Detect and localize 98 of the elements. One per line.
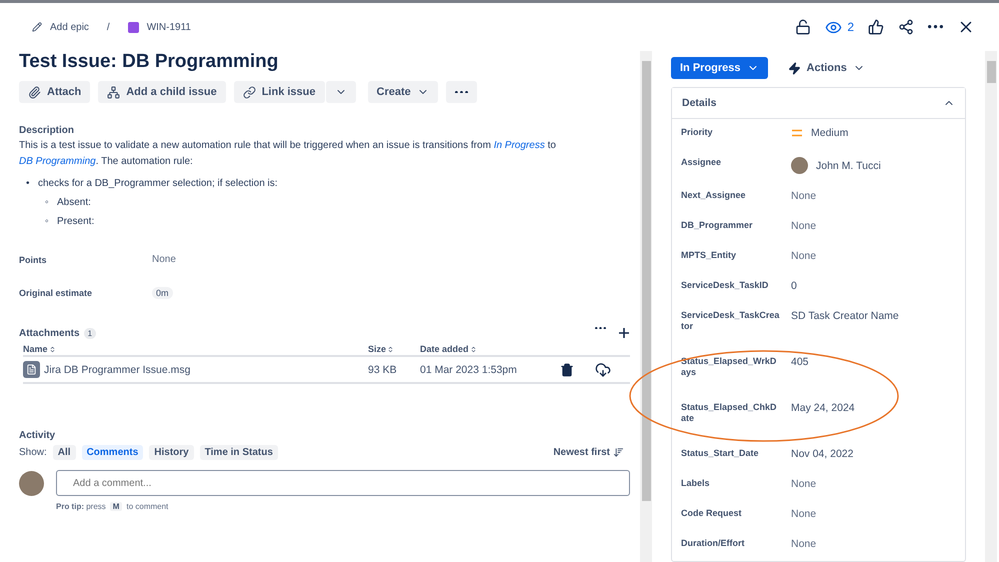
- sort-icon: [48, 346, 56, 352]
- add-icon[interactable]: [618, 327, 630, 339]
- status-button[interactable]: In Progress: [671, 57, 768, 79]
- bullet-marker: •: [26, 177, 31, 191]
- field-value[interactable]: None: [791, 478, 816, 490]
- field-label: ServiceDesk_TaskCreator: [681, 310, 780, 332]
- link-icon: [242, 86, 256, 98]
- sort-icon: [387, 346, 394, 352]
- bullet-marker: ◦: [45, 215, 50, 229]
- field-value[interactable]: 405: [791, 356, 809, 368]
- field-value[interactable]: 0m: [152, 286, 173, 298]
- avatar: [19, 470, 44, 496]
- more-button[interactable]: [928, 25, 943, 29]
- status-link[interactable]: In Progress: [494, 140, 545, 151]
- issue-title: Test Issue: DB Programming: [19, 51, 280, 73]
- add-epic-link[interactable]: Add epic: [50, 22, 89, 32]
- more-icon: [595, 327, 606, 330]
- activity-tab[interactable]: Comments: [82, 445, 144, 460]
- table-cell[interactable]: Jira DB Programmer Issue.msg: [23, 357, 368, 384]
- field-label: Next_Assignee: [681, 190, 747, 201]
- field-label: MPTS_Entity: [681, 250, 738, 261]
- column-header[interactable]: Date added: [420, 343, 560, 357]
- activity-tab[interactable]: History: [149, 445, 194, 460]
- bullet-text: Present:: [57, 216, 94, 227]
- issue-key-link[interactable]: WIN-1911: [146, 22, 191, 32]
- status-link[interactable]: DB Programming: [19, 156, 96, 167]
- paperclip-icon: [28, 86, 41, 98]
- pencil-icon: [32, 22, 42, 32]
- table-cell: 01 Mar 2023 1:53pm: [420, 357, 560, 384]
- issue-type-icon: [128, 22, 139, 32]
- description-text: This is a test issue to validate a new automation rule that will be triggered when an issue is transitions from In Progress to DB Programming. The automation rule:: [19, 139, 557, 169]
- field-label: Status_Elapsed_ChkDate: [681, 402, 778, 424]
- activity-tab[interactable]: All: [52, 445, 76, 460]
- column-header[interactable]: Size: [368, 343, 420, 357]
- field-label: Assignee: [681, 157, 722, 168]
- thumbs-up-icon[interactable]: [868, 19, 884, 35]
- field-value[interactable]: SD Task Creator Name: [791, 310, 899, 322]
- file-name[interactable]: Jira DB Programmer Issue.msg: [44, 364, 190, 376]
- scrollbar[interactable]: [640, 51, 652, 562]
- sort-icon: [470, 346, 477, 352]
- field-value[interactable]: None: [791, 538, 816, 550]
- bullet-marker: ◦: [45, 196, 50, 210]
- activity-tab[interactable]: Time in Status: [200, 445, 278, 460]
- cloud-download-icon[interactable]: [595, 362, 611, 378]
- watchers-button[interactable]: 2: [825, 18, 854, 36]
- file-icon: [23, 361, 40, 378]
- field-label: Original estimate: [19, 288, 94, 298]
- more-icon: [454, 90, 468, 94]
- field-value[interactable]: Nov 04, 2022: [791, 448, 854, 460]
- details-header[interactable]: Details: [672, 88, 965, 119]
- trash-icon[interactable]: [560, 362, 574, 376]
- avatar: [791, 157, 808, 174]
- lightning-icon: [788, 62, 801, 74]
- sort-icon: [613, 447, 624, 458]
- show-label: Show:: [19, 447, 47, 458]
- field-value[interactable]: May 24, 2024: [791, 402, 855, 414]
- create-button[interactable]: Create: [368, 81, 438, 103]
- lock-icon[interactable]: [795, 19, 812, 35]
- hierarchy-icon: [107, 86, 120, 98]
- bullet-text: checks for a DB_Programmer selection; if selection is:: [38, 178, 278, 189]
- scrollbar[interactable]: [985, 51, 997, 562]
- field-value[interactable]: 0: [791, 280, 797, 292]
- field-value[interactable]: None: [791, 508, 816, 520]
- field-value[interactable]: John M. Tucci: [791, 157, 881, 174]
- field-label: Status_Start_Date: [681, 448, 760, 459]
- field-label: Status_Elapsed_WrkDays: [681, 356, 778, 378]
- field-value[interactable]: None: [791, 250, 816, 262]
- share-icon[interactable]: [898, 19, 914, 35]
- breadcrumb-separator: /: [106, 22, 110, 32]
- column-header[interactable]: Name: [23, 343, 368, 357]
- field-label: Labels: [681, 478, 711, 489]
- comment-field[interactable]: Add a comment...: [56, 470, 630, 496]
- keyboard-key: M: [110, 502, 122, 511]
- description-heading: Description: [19, 125, 76, 136]
- field-value[interactable]: Medium: [791, 127, 848, 139]
- priority-icon: [791, 129, 803, 137]
- field-label: Priority: [681, 127, 714, 138]
- activity-heading: Activity: [19, 430, 56, 441]
- sort-button[interactable]: Newest first: [547, 446, 630, 459]
- add-child-issue-button[interactable]: Add a child issue: [98, 81, 226, 103]
- pro-tip-text: to comment: [126, 502, 168, 511]
- link-issue-button[interactable]: Link issue: [234, 81, 324, 103]
- attachment-count: 1: [84, 328, 96, 338]
- field-label: Code Request: [681, 508, 743, 519]
- field-label: Duration/Effort: [681, 538, 746, 549]
- more-icon: [928, 25, 943, 29]
- field-label: ServiceDesk_TaskID: [681, 280, 770, 291]
- bullet-text: Absent:: [57, 197, 91, 208]
- field-label: Points: [19, 254, 48, 264]
- attachments-heading: Attachments: [19, 328, 80, 338]
- actions-button[interactable]: Actions: [782, 60, 871, 76]
- pro-tip-text: Pro tip: press: [56, 502, 106, 511]
- table-cell: 93 KB: [368, 357, 420, 384]
- attach-button[interactable]: Attach: [19, 81, 90, 103]
- field-value[interactable]: None: [152, 254, 176, 265]
- field-label: DB_Programmer: [681, 220, 754, 231]
- field-value[interactable]: None: [791, 220, 816, 232]
- field-value[interactable]: None: [791, 190, 816, 202]
